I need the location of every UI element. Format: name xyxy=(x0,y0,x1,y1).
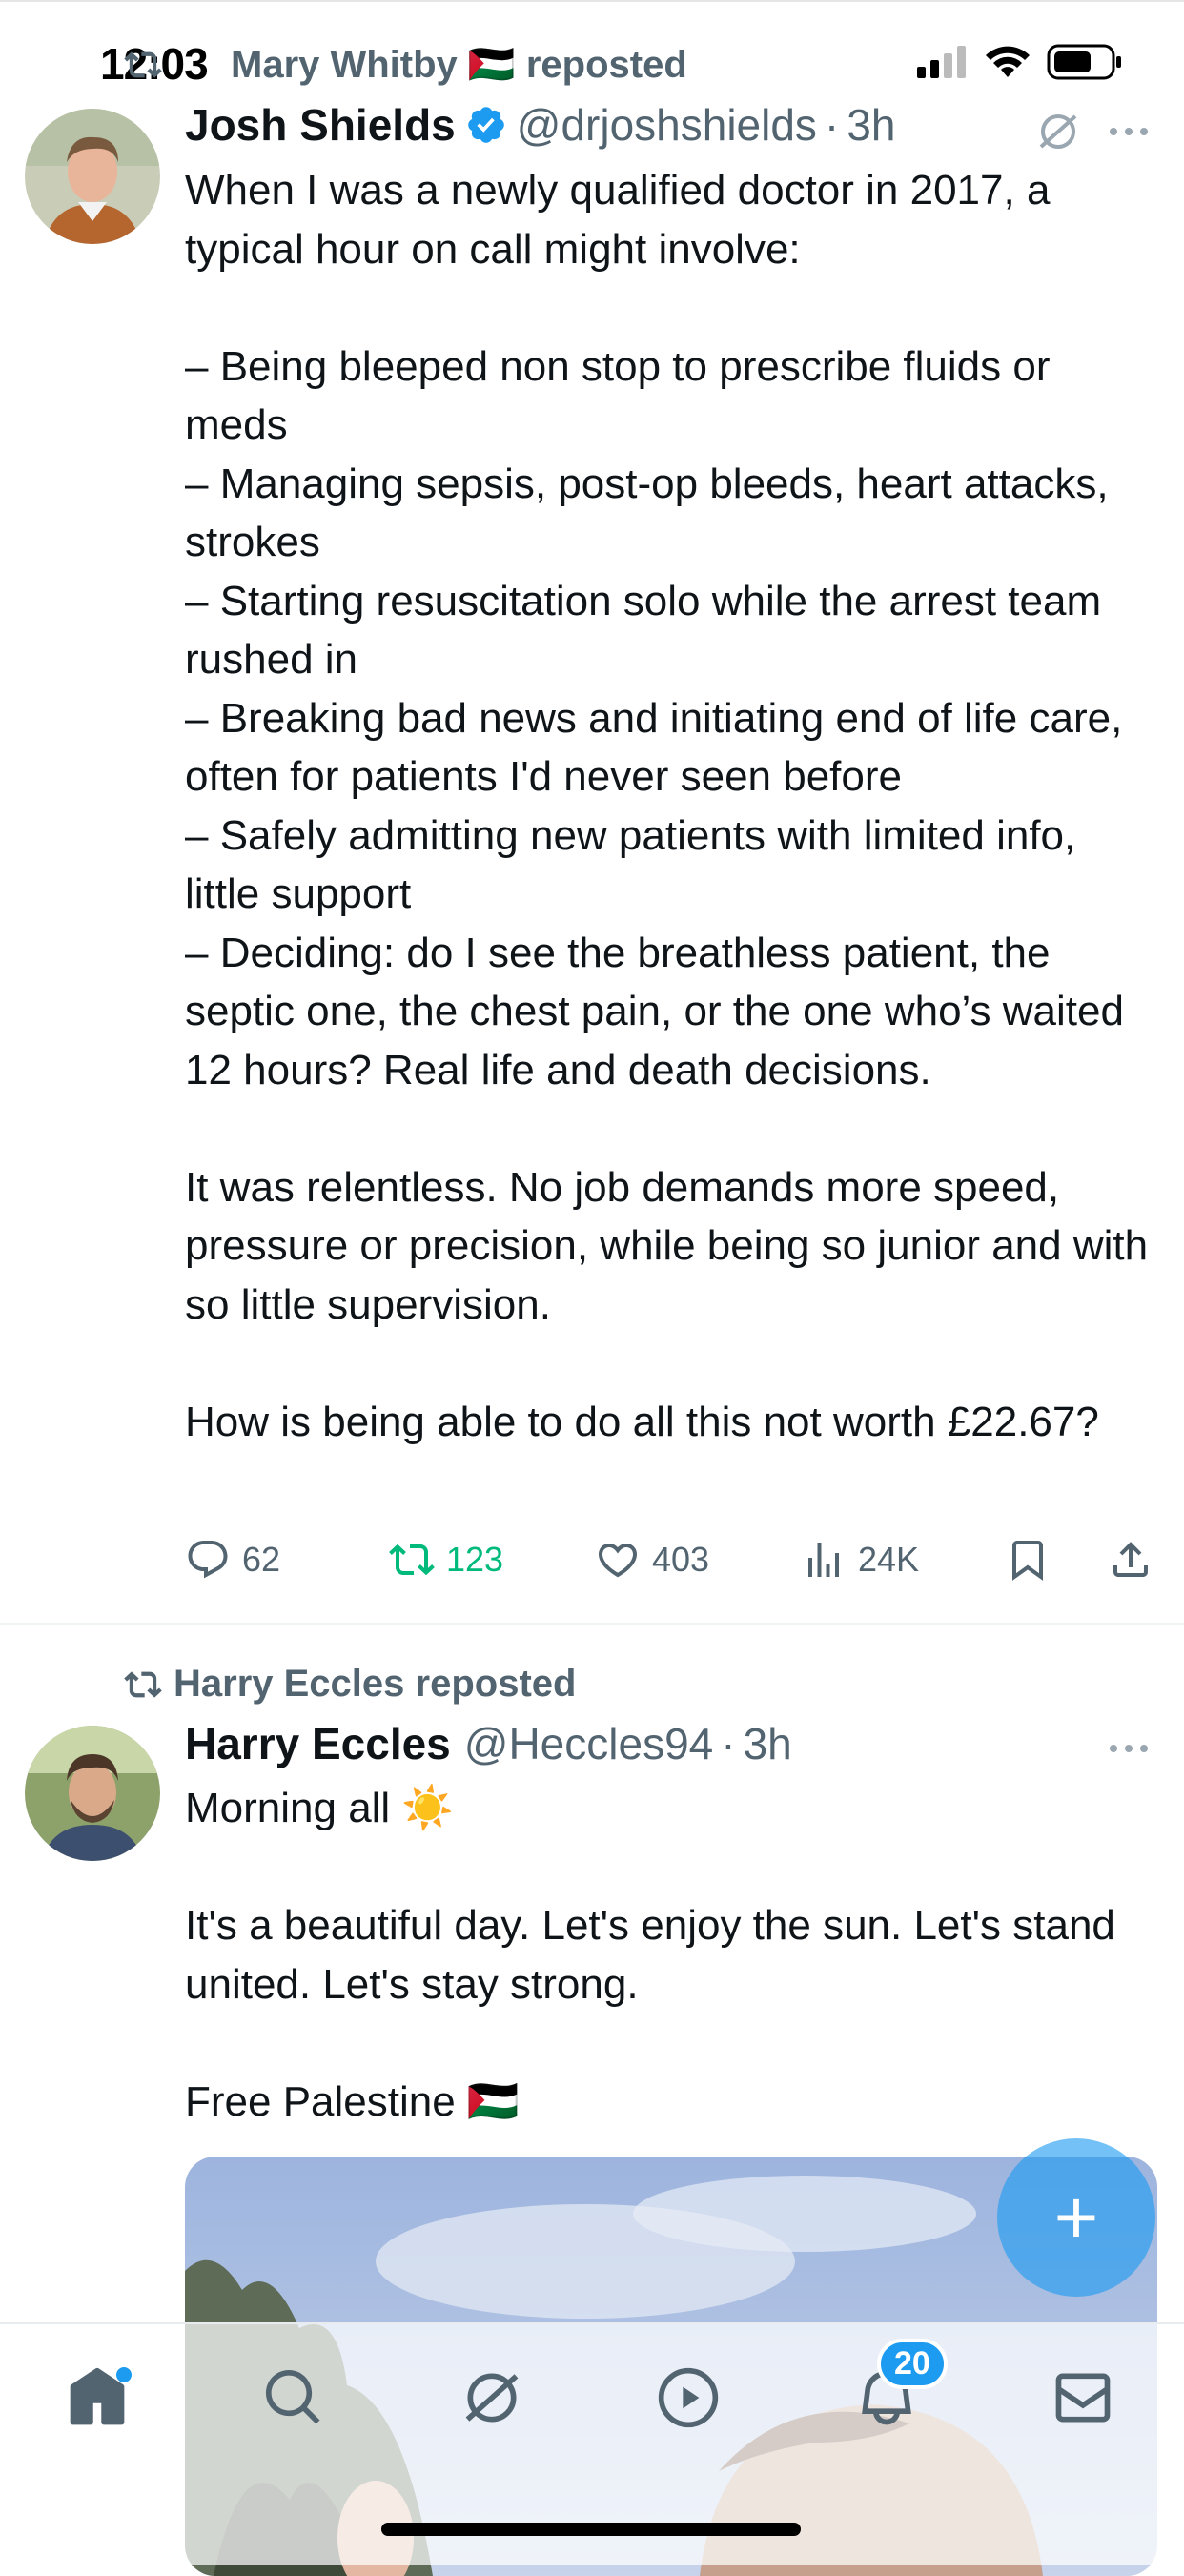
tab-notifications[interactable]: 20 xyxy=(848,2339,948,2436)
battery-icon xyxy=(1047,44,1121,80)
tweet-time[interactable]: 3h xyxy=(847,99,895,151)
repost-button[interactable]: 123 xyxy=(389,1537,503,1583)
repost-count: 123 xyxy=(446,1540,504,1579)
tab-search[interactable] xyxy=(255,2360,332,2436)
views-button[interactable]: 24K xyxy=(801,1537,919,1583)
author-handle[interactable]: @Heccles94 xyxy=(464,1718,713,1769)
repost-label: Harry Eccles reposted xyxy=(174,1663,577,1705)
like-button[interactable]: 403 xyxy=(595,1537,709,1583)
reply-icon xyxy=(188,1541,228,1579)
tab-messages[interactable] xyxy=(1045,2360,1121,2436)
grok-icon xyxy=(465,2373,519,2423)
play-icon xyxy=(658,2367,719,2428)
envelope-icon xyxy=(1055,2373,1111,2423)
search-icon xyxy=(265,2369,320,2424)
separator: · xyxy=(721,1719,736,1768)
home-indicator xyxy=(381,2523,801,2536)
repost-indicator[interactable]: Harry Eccles reposted xyxy=(124,1663,576,1706)
avatar[interactable] xyxy=(25,109,160,244)
tweet-text: Morning all ☀️ It's a beautiful day. Let… xyxy=(185,1785,1115,2125)
author-name[interactable]: Josh Shields xyxy=(185,99,456,151)
tweet-time[interactable]: 3h xyxy=(744,1718,792,1769)
signal-icon xyxy=(917,46,966,78)
views-count: 24K xyxy=(858,1540,920,1579)
views-chart-icon xyxy=(808,1543,839,1577)
more-options-icon[interactable] xyxy=(1106,114,1152,149)
reply-button[interactable]: 62 xyxy=(185,1537,280,1583)
repost-indicator[interactable]: Mary Whitby 🇵🇸 reposted xyxy=(124,42,687,87)
author-name[interactable]: Harry Eccles xyxy=(185,1718,451,1769)
share-icon[interactable] xyxy=(1108,1537,1153,1583)
repost-icon xyxy=(124,51,162,78)
wifi-icon xyxy=(986,46,1030,77)
home-unread-dot xyxy=(116,2367,132,2382)
top-border xyxy=(0,0,1184,2)
like-count: 403 xyxy=(652,1540,710,1579)
reply-count: 62 xyxy=(242,1540,281,1579)
status-icons xyxy=(917,44,1123,80)
compose-plus: + xyxy=(1053,2175,1099,2259)
compose-button[interactable]: + xyxy=(997,2138,1155,2297)
more-options-icon[interactable] xyxy=(1106,1731,1152,1766)
separator: · xyxy=(824,100,840,150)
tweet-header: Josh Shields @drjoshshields · 3h xyxy=(185,99,895,151)
verified-badge-icon xyxy=(467,107,504,143)
author-handle[interactable]: @drjoshshields xyxy=(517,99,817,151)
repost-icon xyxy=(389,1544,435,1576)
tab-home[interactable] xyxy=(59,2360,135,2436)
repost-icon xyxy=(124,1670,162,1698)
tab-video[interactable] xyxy=(650,2360,726,2436)
notifications-badge: 20 xyxy=(877,2339,948,2389)
repost-label: Mary Whitby 🇵🇸 reposted xyxy=(231,44,687,86)
tweet-text: When I was a newly qualified doctor in 2… xyxy=(185,167,1149,1445)
tweet-divider xyxy=(0,1623,1184,1625)
tab-grok[interactable] xyxy=(454,2360,530,2436)
grok-icon[interactable] xyxy=(1035,109,1081,154)
heart-icon xyxy=(598,1544,638,1578)
bookmark-icon[interactable] xyxy=(1005,1537,1051,1583)
tweet-header: Harry Eccles @Heccles94 · 3h xyxy=(185,1718,792,1769)
avatar[interactable] xyxy=(25,1726,160,1861)
